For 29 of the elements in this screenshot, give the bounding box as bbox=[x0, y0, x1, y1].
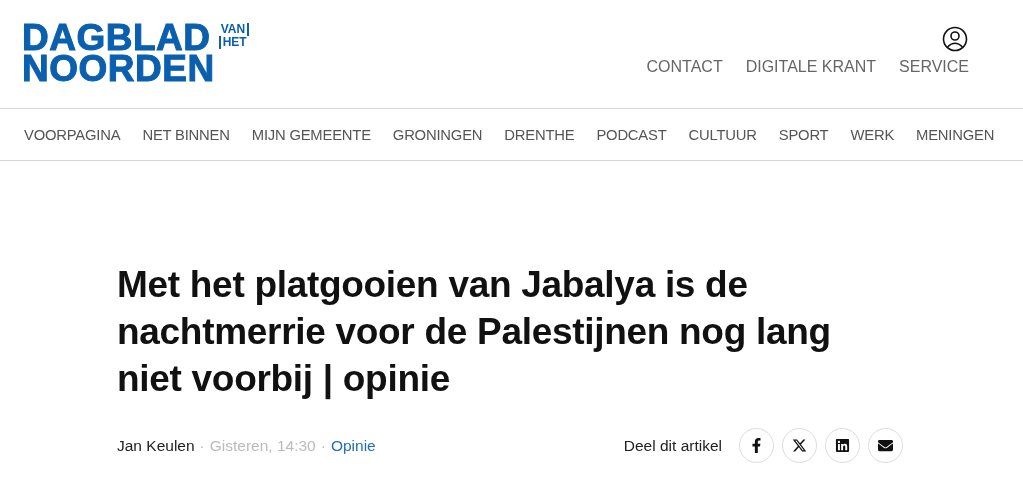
nav-link[interactable]: CULTUUR bbox=[688, 126, 757, 143]
share-label: Deel dit artikel bbox=[623, 436, 722, 455]
linkedin-icon bbox=[835, 438, 850, 453]
nav-link[interactable]: GRONINGEN bbox=[392, 126, 483, 143]
nav-link[interactable]: DRENTHE bbox=[504, 126, 575, 143]
publish-date: Gisteren, 14:30 bbox=[209, 436, 316, 455]
separator-dot: · bbox=[199, 436, 205, 455]
nav-link[interactable]: SPORT bbox=[778, 126, 829, 143]
header-link[interactable]: DIGITALE KRANT bbox=[745, 58, 877, 76]
nav-link[interactable]: NET BINNEN bbox=[142, 126, 230, 143]
category-link[interactable]: Opinie bbox=[330, 436, 376, 455]
author-name: Jan Keulen bbox=[117, 436, 195, 455]
nav-link[interactable]: VOORPAGINA bbox=[24, 126, 121, 143]
envelope-icon bbox=[878, 438, 893, 453]
user-icon[interactable] bbox=[942, 26, 968, 52]
logo-text: VAN bbox=[218, 23, 250, 36]
logo-text: NOORDEN bbox=[22, 53, 215, 84]
logo-text: DAGBLAD bbox=[22, 22, 211, 53]
separator-dot: · bbox=[320, 436, 326, 455]
header-link[interactable]: SERVICE bbox=[899, 58, 969, 76]
header-link[interactable]: CONTACT bbox=[646, 58, 723, 76]
article-title: Met het platgooien van Jabalya is de nachtmerrie voor de Palestijnen nog lang niet voorbij | opinie bbox=[117, 263, 832, 402]
nav-link[interactable]: WERK bbox=[850, 126, 895, 143]
nav-link[interactable]: PODCAST bbox=[596, 126, 667, 143]
facebook-icon bbox=[749, 438, 764, 453]
logo-text: HET bbox=[218, 36, 250, 49]
nav-link[interactable]: MIJN GEMEENTE bbox=[251, 126, 371, 143]
x-icon bbox=[792, 438, 807, 453]
nav-link[interactable]: MENINGEN bbox=[916, 126, 995, 143]
